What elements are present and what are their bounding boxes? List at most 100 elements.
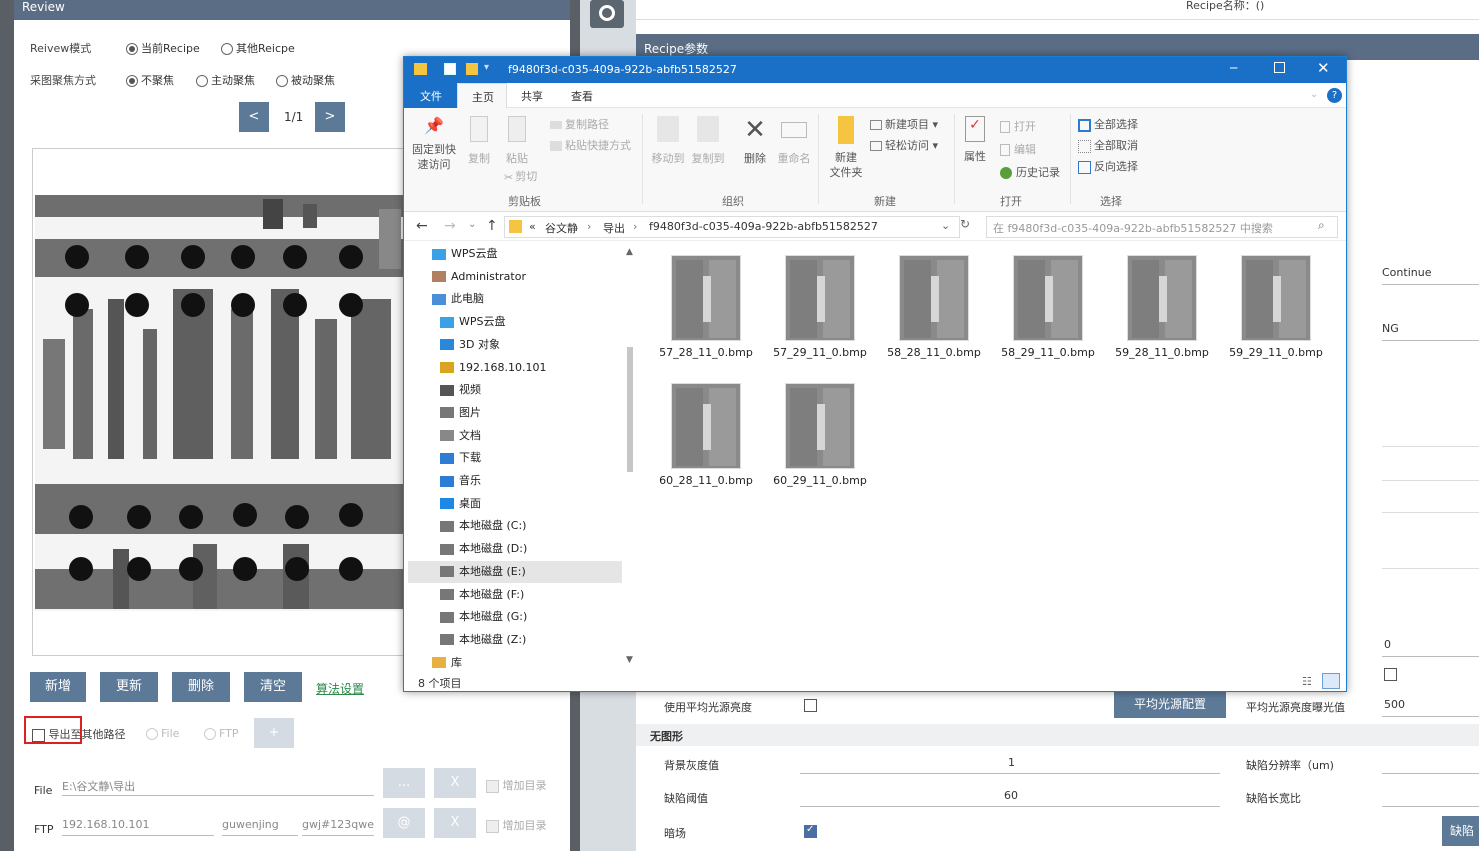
up-arrow-icon[interactable]: ↑ xyxy=(486,218,498,234)
nav-item[interactable]: 下载 xyxy=(440,447,630,469)
file-add-dir-checkbox[interactable]: 增加目录 xyxy=(486,777,547,793)
rename-button[interactable]: 重命名 xyxy=(776,116,812,166)
tab-home[interactable]: 主页 xyxy=(457,83,507,108)
clear-button[interactable]: 清空 xyxy=(244,672,302,702)
properties-button[interactable]: ✓ 属性 xyxy=(960,116,990,164)
search-input[interactable]: 在 f9480f3d-c035-409a-922b-abfb51582527 中… xyxy=(986,216,1338,238)
nav-item[interactable]: 本地磁盘 (Z:) xyxy=(440,629,630,651)
file-item[interactable]: 60_28_11_0.bmp xyxy=(656,383,756,488)
clear-file-button[interactable]: X xyxy=(434,768,476,798)
select-all-button[interactable]: 全部选择 xyxy=(1078,116,1138,132)
move-to-button[interactable]: 移动到 xyxy=(650,116,686,166)
search-icon[interactable]: ⌕ xyxy=(1318,218,1325,233)
continue-value[interactable]: Continue xyxy=(1382,266,1431,279)
value-zero[interactable]: 0 xyxy=(1384,638,1391,651)
nav-item[interactable]: 此电脑 xyxy=(432,288,622,310)
nav-item[interactable]: WPS云盘 xyxy=(440,311,630,333)
large-icons-view-icon[interactable] xyxy=(1322,673,1340,689)
new-item-button[interactable]: 新建项目 ▾ xyxy=(870,116,938,132)
add-button[interactable]: 新增 xyxy=(30,672,86,702)
file-item[interactable]: 57_28_11_0.bmp xyxy=(656,255,756,360)
avg-exposure-input[interactable]: 500 xyxy=(1384,698,1405,711)
ftp-ip-input[interactable]: 192.168.10.101 xyxy=(62,818,214,836)
mode-other-radio[interactable]: 其他Reicpe xyxy=(221,40,295,56)
nav-item[interactable]: 图片 xyxy=(440,402,630,424)
tab-view[interactable]: 查看 xyxy=(571,88,593,104)
address-bar[interactable]: « 谷文静 › 导出 › f9480f3d-c035-409a-922b-abf… xyxy=(504,216,960,238)
darkfield-checkbox[interactable] xyxy=(804,824,817,838)
nav-item[interactable]: 192.168.10.101 xyxy=(440,357,630,379)
properties-icon[interactable] xyxy=(444,63,456,75)
ftp-password-input[interactable]: gwj#123qwe xyxy=(302,818,374,836)
ftp-add-dir-checkbox[interactable]: 增加目录 xyxy=(486,817,547,833)
nav-item[interactable]: 本地磁盘 (E:) xyxy=(408,560,622,583)
file-item[interactable]: 60_29_11_0.bmp xyxy=(770,383,870,488)
close-icon[interactable]: ✕ xyxy=(1317,59,1330,77)
nav-item[interactable]: 本地磁盘 (F:) xyxy=(440,584,630,606)
forward-arrow-icon[interactable]: → xyxy=(444,218,456,234)
breadcrumb-export[interactable]: 导出 xyxy=(603,220,625,236)
back-arrow-icon[interactable]: ← xyxy=(416,218,428,234)
copy-to-button[interactable]: 复制到 xyxy=(690,116,726,166)
copy-button[interactable]: 复制 xyxy=(464,116,494,166)
bg-gray-input[interactable]: 1 xyxy=(1008,756,1015,769)
collapse-ribbon-icon[interactable]: ⌄ xyxy=(1310,89,1318,100)
new-folder-button[interactable]: 新建 文件夹 xyxy=(824,116,868,180)
focus-none-radio[interactable]: 不聚焦 xyxy=(126,72,174,88)
export-ftp-radio[interactable]: FTP xyxy=(204,727,239,740)
file-item[interactable]: 59_28_11_0.bmp xyxy=(1112,255,1212,360)
option-checkbox[interactable] xyxy=(1384,668,1397,681)
nav-item[interactable]: 文档 xyxy=(440,425,630,447)
scroll-down-icon[interactable]: ▼ xyxy=(626,655,633,665)
history-button[interactable]: 历史记录 xyxy=(1000,164,1060,180)
next-page-button[interactable]: > xyxy=(315,102,345,132)
file-item[interactable]: 58_29_11_0.bmp xyxy=(998,255,1098,360)
breadcrumb-overflow[interactable]: « xyxy=(529,220,536,233)
nav-scrollbar[interactable]: ▲ ▼ xyxy=(624,247,636,667)
delete-button[interactable]: 删除 xyxy=(172,672,230,702)
select-none-button[interactable]: 全部取消 xyxy=(1078,137,1138,153)
defect-threshold-input[interactable]: 60 xyxy=(1004,789,1018,802)
nav-item[interactable]: 3D 对象 xyxy=(440,334,630,356)
edit-button[interactable]: 编辑 xyxy=(1000,141,1036,157)
file-path-input[interactable]: E:\谷文静\导出 xyxy=(62,778,374,796)
help-icon[interactable]: ? xyxy=(1327,88,1342,103)
address-dropdown-icon[interactable]: ⌄ xyxy=(941,219,950,232)
file-item[interactable]: 57_29_11_0.bmp xyxy=(770,255,870,360)
open-button[interactable]: 打开 xyxy=(1000,118,1036,134)
details-view-icon[interactable]: ☷ xyxy=(1302,675,1312,688)
paste-button[interactable]: 粘贴 xyxy=(502,116,532,166)
easy-access-button[interactable]: 轻松访问 ▾ xyxy=(870,137,938,153)
scroll-up-icon[interactable]: ▲ xyxy=(626,247,633,257)
focus-passive-radio[interactable]: 被动聚焦 xyxy=(276,72,335,88)
minimize-icon[interactable]: ─ xyxy=(1230,61,1237,75)
invert-selection-button[interactable]: 反向选择 xyxy=(1078,158,1138,174)
avg-light-checkbox[interactable] xyxy=(804,699,817,712)
nav-item[interactable]: WPS云盘 xyxy=(432,243,622,265)
file-item[interactable]: 58_28_11_0.bmp xyxy=(884,255,984,360)
tab-file[interactable]: 文件 xyxy=(404,83,457,108)
recent-dropdown-icon[interactable]: ⌄ xyxy=(468,219,476,230)
nav-item[interactable]: 桌面 xyxy=(440,493,630,515)
update-button[interactable]: 更新 xyxy=(100,672,158,702)
ftp-connect-button[interactable]: @ xyxy=(383,808,425,838)
export-file-radio[interactable]: File xyxy=(146,727,179,740)
copy-path-button[interactable]: 复制路径 xyxy=(550,116,609,132)
mode-current-radio[interactable]: 当前Recipe xyxy=(126,40,200,56)
avg-light-config-button[interactable]: 平均光源配置 xyxy=(1114,690,1226,718)
paste-shortcut-button[interactable]: 粘贴快捷方式 xyxy=(550,137,631,153)
new-folder-icon[interactable] xyxy=(466,63,478,75)
nav-scroll-thumb[interactable] xyxy=(627,347,633,472)
qat-dropdown-icon[interactable]: ▾ xyxy=(484,62,489,73)
file-item[interactable]: 59_29_11_0.bmp xyxy=(1226,255,1326,360)
nav-item[interactable]: 音乐 xyxy=(440,470,630,492)
focus-active-radio[interactable]: 主动聚焦 xyxy=(196,72,255,88)
camera-button[interactable] xyxy=(590,0,624,28)
tab-share[interactable]: 共享 xyxy=(521,88,543,104)
nav-item[interactable]: 本地磁盘 (D:) xyxy=(440,538,630,560)
export-path-checkbox[interactable]: 导出至其他路径 xyxy=(32,726,126,742)
maximize-icon[interactable] xyxy=(1274,62,1285,73)
browse-file-button[interactable]: ... xyxy=(383,768,425,798)
nav-item[interactable]: 本地磁盘 (C:) xyxy=(440,515,630,537)
ftp-user-input[interactable]: guwenjing xyxy=(222,818,298,836)
